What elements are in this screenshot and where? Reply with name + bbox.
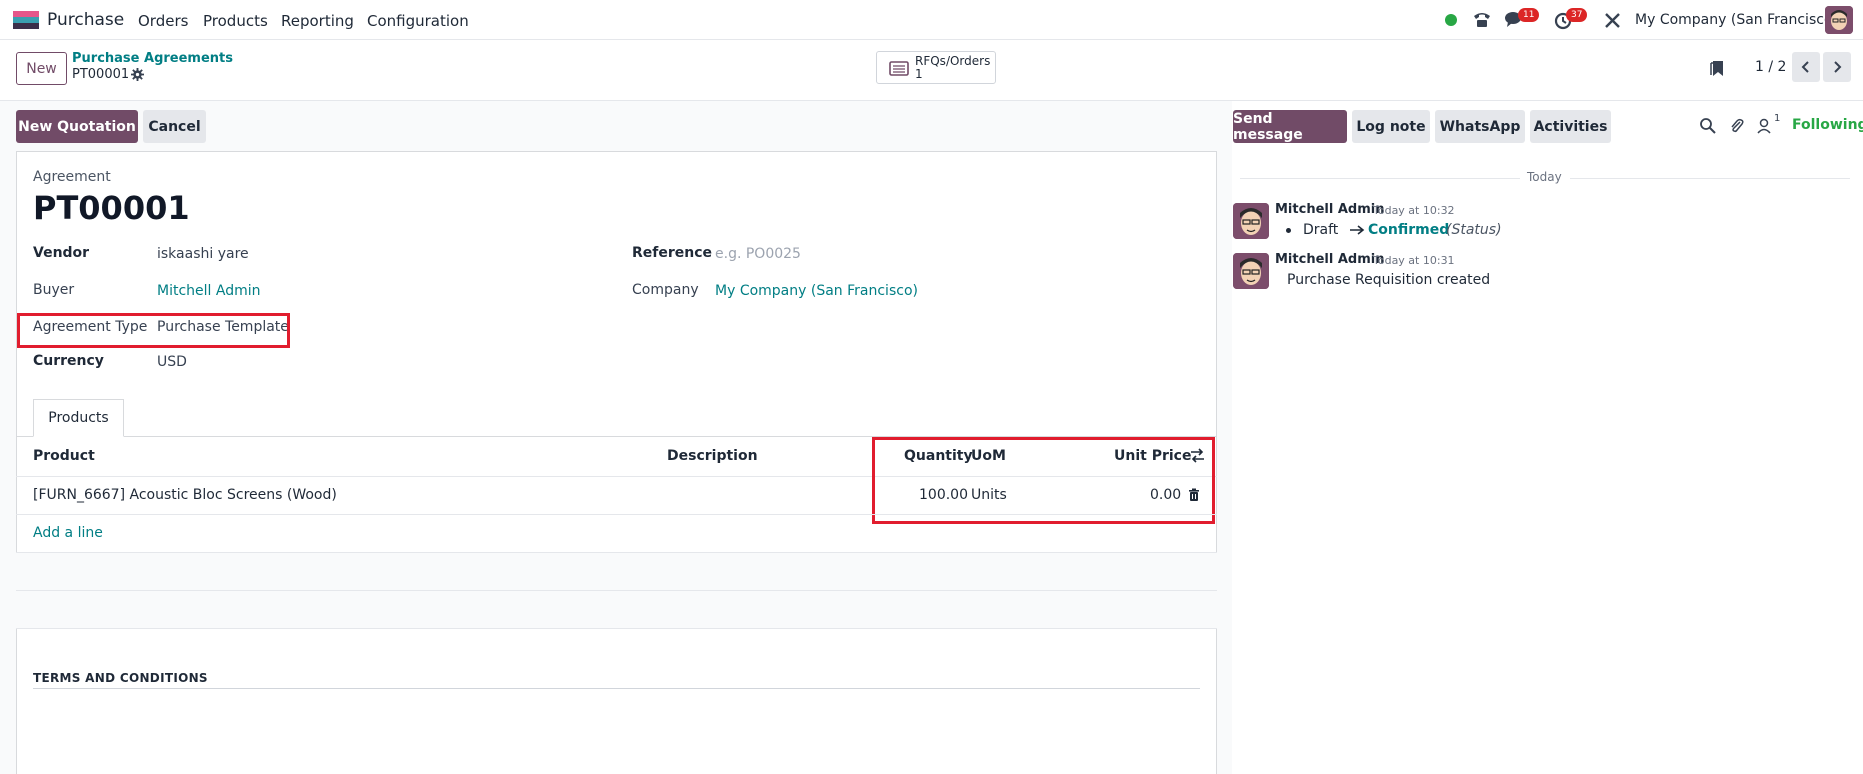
- reference-input[interactable]: e.g. PO0025: [715, 246, 801, 262]
- agreement-type-highlight: [17, 313, 290, 348]
- add-line-link[interactable]: Add a line: [33, 525, 103, 541]
- tracking-old-value: Draft: [1303, 222, 1339, 238]
- message-body: Purchase Requisition created: [1287, 272, 1491, 288]
- pager-previous-button[interactable]: [1792, 52, 1820, 82]
- smart-button-count: 1: [915, 67, 923, 81]
- empty-row: [16, 553, 1217, 591]
- records-icon[interactable]: [1710, 58, 1726, 78]
- message-time: Today at 10:32: [1373, 204, 1455, 217]
- new-quotation-button[interactable]: New Quotation: [16, 110, 138, 143]
- vendor-label: Vendor: [33, 245, 90, 261]
- rfqs-orders-smart-button[interactable]: RFQs/Orders 1: [876, 51, 996, 84]
- pager-next-button[interactable]: [1823, 52, 1851, 82]
- breadcrumb-current: PT00001: [72, 67, 130, 82]
- send-message-button[interactable]: Send message: [1233, 110, 1347, 143]
- chevron-left-icon: [1801, 61, 1809, 73]
- reference-label: Reference: [632, 245, 713, 261]
- pager-value[interactable]: 1 / 2: [1755, 59, 1786, 75]
- menu-orders[interactable]: Orders: [138, 12, 188, 30]
- agreement-label: Agreement: [33, 169, 111, 185]
- tab-products[interactable]: Products: [33, 399, 124, 437]
- bullet-icon: [1286, 228, 1291, 233]
- message-avatar[interactable]: [1233, 203, 1269, 239]
- list-icon: [889, 61, 909, 76]
- paperclip-icon[interactable]: [1728, 117, 1746, 135]
- smart-button-label: RFQs/Orders: [915, 54, 991, 68]
- date-divider-right: [1570, 178, 1850, 179]
- breadcrumb-purchase-agreements[interactable]: Purchase Agreements: [72, 51, 233, 66]
- top-navbar: Purchase Orders Products Reporting Confi…: [0, 0, 1863, 40]
- date-separator: Today: [1527, 170, 1562, 184]
- cancel-button[interactable]: Cancel: [143, 110, 206, 143]
- arrow-right-icon: [1350, 225, 1365, 235]
- whatsapp-button[interactable]: WhatsApp: [1435, 110, 1525, 143]
- gear-icon[interactable]: [131, 68, 144, 81]
- agreement-name[interactable]: PT00001: [33, 189, 190, 227]
- search-icon[interactable]: [1699, 117, 1717, 135]
- followers-count: 1: [1774, 113, 1781, 124]
- menu-reporting[interactable]: Reporting: [281, 12, 354, 30]
- buyer-field[interactable]: Mitchell Admin: [157, 283, 261, 299]
- column-product[interactable]: Product: [33, 448, 95, 464]
- presence-status-icon: [1445, 14, 1457, 26]
- activities-badge: 37: [1566, 8, 1588, 22]
- chevron-right-icon: [1834, 61, 1842, 73]
- tracking-field-name: (Status): [1446, 222, 1502, 238]
- following-button[interactable]: Following: [1792, 117, 1863, 133]
- currency-label: Currency: [33, 353, 104, 369]
- activities-button[interactable]: Activities: [1530, 110, 1611, 143]
- row-divider: [16, 514, 1217, 515]
- tracking-new-value: Confirmed: [1368, 222, 1450, 238]
- column-description[interactable]: Description: [667, 448, 758, 464]
- company-switcher[interactable]: My Company (San Francisco): [1635, 12, 1838, 28]
- row-divider: [16, 628, 1217, 629]
- vendor-field[interactable]: iskaashi yare: [157, 246, 249, 262]
- followers-icon[interactable]: [1757, 117, 1775, 135]
- menu-products[interactable]: Products: [203, 12, 268, 30]
- tools-icon[interactable]: [1602, 10, 1624, 30]
- menu-configuration[interactable]: Configuration: [367, 12, 469, 30]
- buyer-label: Buyer: [33, 282, 75, 298]
- terms-divider: [33, 688, 1200, 689]
- log-note-button[interactable]: Log note: [1352, 110, 1430, 143]
- company-label: Company: [632, 282, 699, 298]
- message-avatar[interactable]: [1233, 253, 1269, 289]
- quantity-price-highlight: [872, 437, 1215, 524]
- terms-heading: TERMS AND CONDITIONS: [33, 671, 208, 685]
- app-name[interactable]: Purchase: [47, 10, 124, 30]
- new-button[interactable]: New: [16, 52, 67, 85]
- phone-icon[interactable]: [1471, 10, 1493, 30]
- message-time: Today at 10:31: [1373, 254, 1455, 267]
- date-divider-left: [1240, 178, 1520, 179]
- message-author[interactable]: Mitchell Admin: [1275, 202, 1384, 217]
- user-avatar[interactable]: [1825, 6, 1853, 34]
- empty-row: [16, 591, 1217, 629]
- message-author[interactable]: Mitchell Admin: [1275, 252, 1384, 267]
- line-product[interactable]: [FURN_6667] Acoustic Bloc Screens (Wood): [33, 487, 337, 503]
- currency-field[interactable]: USD: [157, 354, 187, 370]
- messages-badge: 11: [1518, 8, 1540, 22]
- company-field[interactable]: My Company (San Francisco): [715, 283, 918, 299]
- purchase-app-icon[interactable]: [13, 11, 39, 29]
